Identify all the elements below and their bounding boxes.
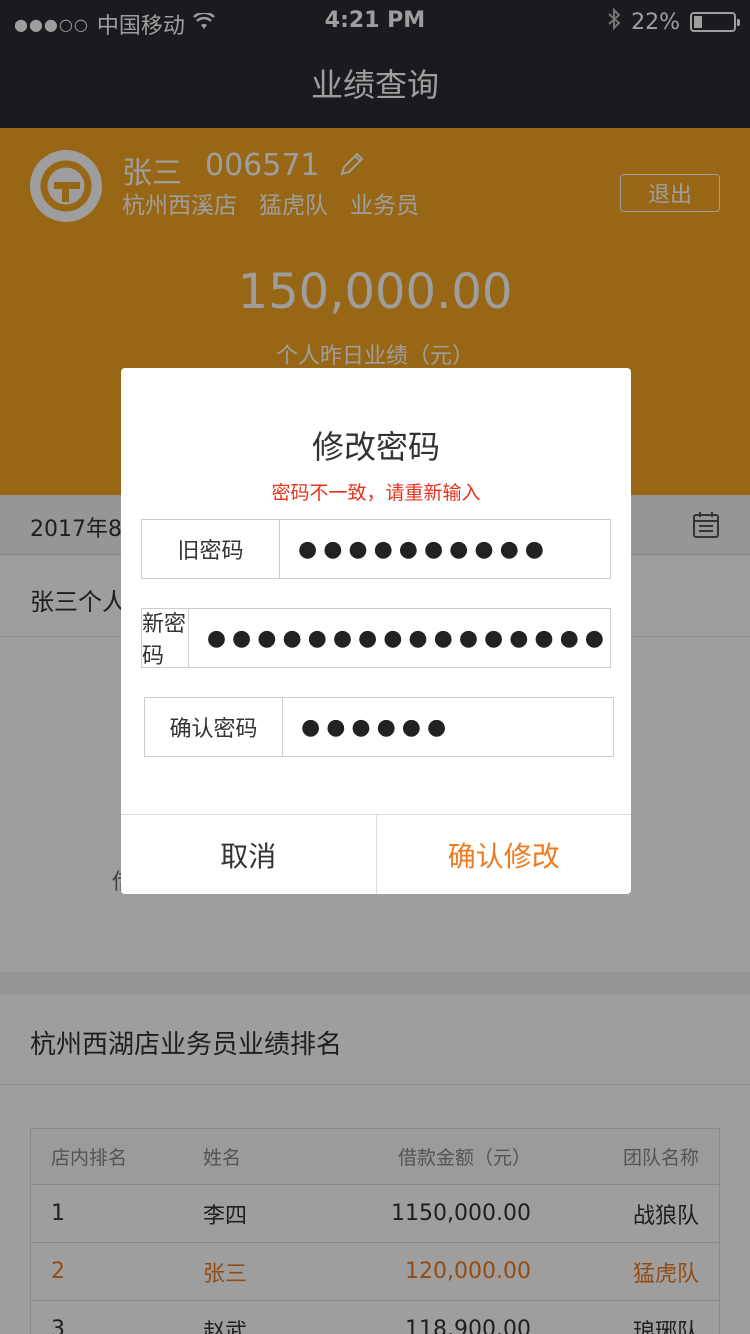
- confirm-password-input[interactable]: ●●●●●●: [283, 698, 613, 756]
- dialog-actions: 取消 确认修改: [121, 814, 631, 894]
- new-password-label: 新密码: [142, 609, 189, 669]
- dialog-title: 修改密码: [311, 428, 440, 466]
- new-password-field: 新密码 ●●●●●●●●●●●●●●●●: [141, 608, 611, 669]
- old-password-label: 旧密码: [142, 520, 280, 578]
- confirm-password-field: 确认密码 ●●●●●●: [144, 697, 614, 757]
- new-password-input[interactable]: ●●●●●●●●●●●●●●●●: [189, 609, 610, 667]
- confirm-change-button[interactable]: 确认修改: [377, 815, 632, 894]
- old-password-input[interactable]: ●●●●●●●●●●: [280, 520, 610, 578]
- old-password-field: 旧密码 ●●●●●●●●●●: [141, 519, 611, 579]
- change-password-dialog: 修改密码 密码不一致，请重新输入 旧密码 ●●●●●●●●●● 新密码 ●●●●…: [121, 368, 631, 894]
- error-message: 密码不一致，请重新输入: [271, 482, 481, 504]
- confirm-password-label: 确认密码: [145, 698, 283, 756]
- cancel-button[interactable]: 取消: [121, 815, 377, 894]
